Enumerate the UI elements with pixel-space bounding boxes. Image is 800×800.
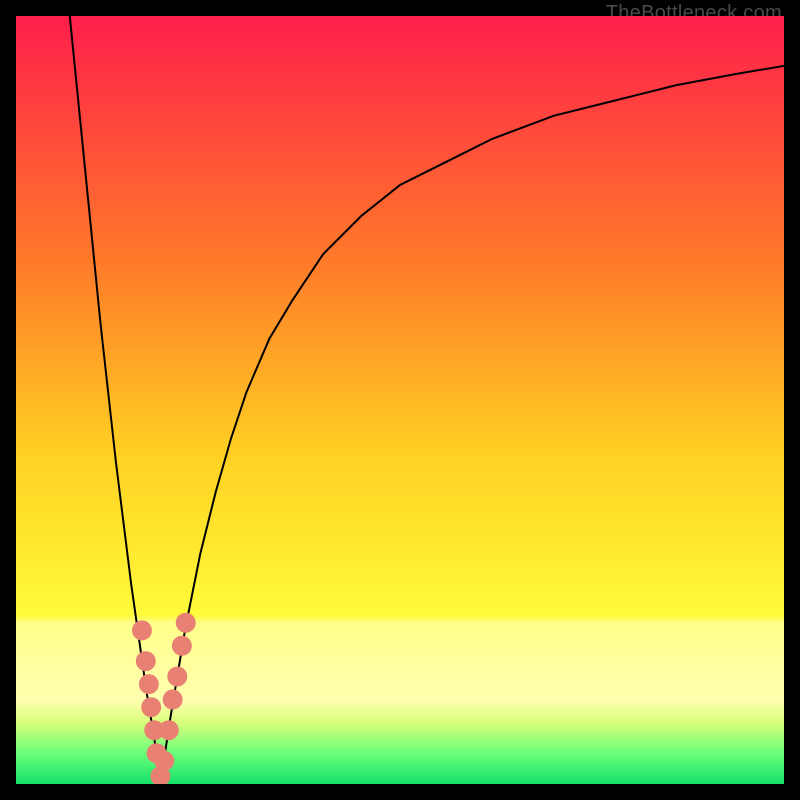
data-marker [139, 674, 159, 694]
data-marker [154, 751, 174, 771]
data-marker [163, 690, 183, 710]
data-marker [136, 651, 156, 671]
data-marker [172, 636, 192, 656]
chart-frame [16, 16, 784, 784]
data-marker [159, 720, 179, 740]
bottleneck-chart [16, 16, 784, 784]
data-marker [132, 620, 152, 640]
data-marker [176, 613, 196, 633]
data-marker [167, 666, 187, 686]
gradient-background [16, 16, 784, 784]
data-marker [141, 697, 161, 717]
